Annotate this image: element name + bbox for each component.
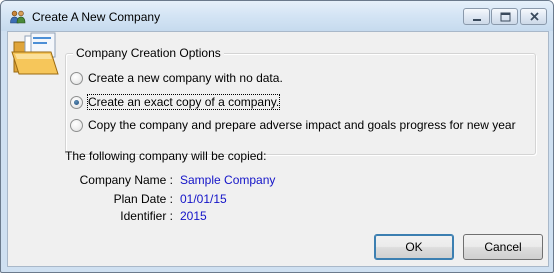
option-label: Copy the company and prepare adverse imp… bbox=[88, 118, 516, 132]
identifier-value: 2015 bbox=[180, 209, 207, 223]
radio-exact-copy[interactable] bbox=[70, 95, 83, 109]
people-app-icon bbox=[10, 10, 26, 24]
title-bar[interactable]: Create A New Company bbox=[1, 1, 553, 31]
option-new-empty-company[interactable]: Create a new company with no data. bbox=[70, 69, 283, 87]
close-icon bbox=[530, 12, 539, 21]
maximize-button[interactable] bbox=[491, 8, 518, 25]
close-button[interactable] bbox=[520, 8, 547, 25]
cancel-button[interactable]: Cancel bbox=[463, 234, 543, 260]
options-group-legend: Company Creation Options bbox=[73, 46, 224, 60]
window-title: Create A New Company bbox=[32, 10, 161, 24]
plan-date-value: 01/01/15 bbox=[180, 192, 227, 206]
company-name-label: Company Name : bbox=[79, 173, 173, 187]
create-company-dialog: Create A New Company Company Creation Op… bbox=[0, 0, 554, 273]
minimize-icon bbox=[473, 19, 481, 21]
maximize-icon bbox=[500, 12, 511, 22]
minimize-button[interactable] bbox=[463, 8, 490, 25]
dialog-body: Company Creation Options Create a new co… bbox=[7, 31, 549, 267]
radio-copy-prepare[interactable] bbox=[70, 118, 83, 132]
option-label: Create an exact copy of a company. bbox=[86, 94, 281, 110]
option-exact-copy[interactable]: Create an exact copy of a company. bbox=[70, 93, 281, 111]
open-folder-icon bbox=[11, 32, 61, 78]
company-name-value: Sample Company bbox=[180, 173, 276, 187]
copy-notice: The following company will be copied: bbox=[65, 149, 267, 163]
option-copy-prepare-new-year[interactable]: Copy the company and prepare adverse imp… bbox=[70, 116, 516, 134]
option-label: Create a new company with no data. bbox=[88, 71, 283, 85]
identifier-label: Identifier : bbox=[120, 209, 173, 223]
plan-date-label: Plan Date : bbox=[113, 192, 173, 206]
radio-new-empty[interactable] bbox=[70, 71, 83, 85]
ok-button[interactable]: OK bbox=[374, 234, 454, 260]
